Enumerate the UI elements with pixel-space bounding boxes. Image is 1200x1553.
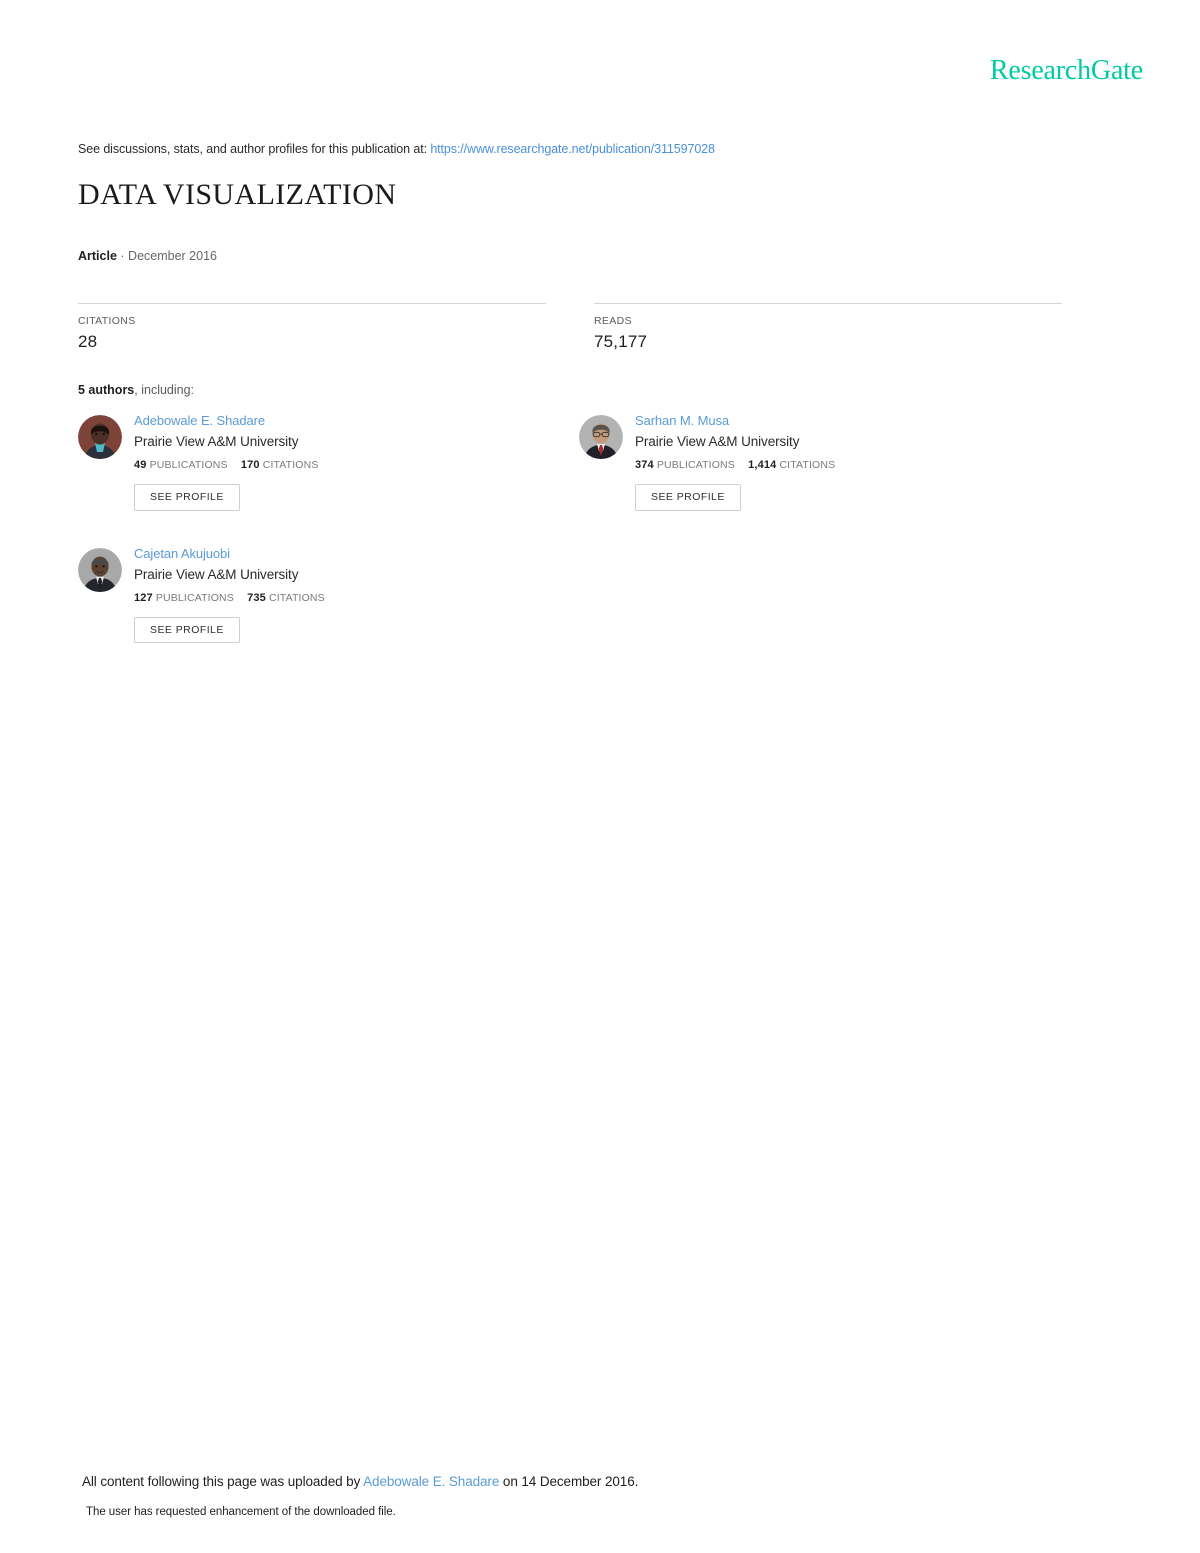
footer: All content following this page was uplo… bbox=[82, 1474, 1082, 1518]
author-publications-label: PUBLICATIONS bbox=[656, 459, 735, 471]
author-citations-label: CITATIONS bbox=[268, 591, 325, 604]
footer-upload-line: All content following this page was uplo… bbox=[82, 1474, 1082, 1489]
author-affiliation: Prairie View A&M University bbox=[134, 434, 299, 449]
author-card-cajetan-akujuobi: Cajetan Akujuobi Prairie View A&M Univer… bbox=[78, 545, 579, 643]
author-card-sarhan-m-musa: Sarhan M. Musa Prairie View A&M Universi… bbox=[579, 412, 1080, 511]
author-info: Adebowale E. Shadare Prairie View A&M Un… bbox=[134, 412, 319, 511]
authors-count: 5 authors bbox=[78, 383, 135, 397]
avatar-image bbox=[78, 547, 122, 592]
author-card-adebowale-e-shadare: Adebowale E. Shadare Prairie View A&M Un… bbox=[78, 412, 579, 511]
footer-upload-prefix: All content following this page was uplo… bbox=[82, 1474, 361, 1489]
page-title: DATA VISUALIZATION bbox=[78, 178, 397, 211]
article-date-separator: · bbox=[120, 249, 125, 263]
author-citations-count: 170 bbox=[240, 459, 260, 471]
stat-divider bbox=[78, 303, 546, 304]
stat-value-citations: 28 bbox=[78, 332, 98, 351]
article-date: December 2016 bbox=[128, 249, 217, 263]
author-publications-count: 49 bbox=[134, 459, 147, 471]
stats-row: CITATIONS 28 READS 75,177 bbox=[78, 303, 1080, 352]
stat-divider bbox=[594, 303, 1062, 304]
footer-upload-suffix: on 14 December 2016. bbox=[502, 1474, 639, 1489]
author-metrics: 49 PUBLICATIONS 170 CITATIONS bbox=[134, 459, 319, 471]
author-citations-label: CITATIONS bbox=[262, 459, 319, 471]
footer-uploader-link[interactable]: Adebowale E. Shadare bbox=[363, 1474, 499, 1489]
author-publications-count: 374 bbox=[635, 459, 654, 471]
article-meta: Article · December 2016 bbox=[78, 249, 217, 263]
author-name-link[interactable]: Cajetan Akujuobi bbox=[134, 545, 325, 562]
authors-heading: 5 authors, including: bbox=[78, 383, 194, 397]
stat-citations: CITATIONS 28 bbox=[78, 303, 546, 352]
avatar-image bbox=[579, 415, 623, 459]
article-type-label: Article bbox=[78, 249, 117, 263]
avatar bbox=[78, 415, 122, 459]
author-affiliation: Prairie View A&M University bbox=[635, 434, 800, 449]
author-name-link[interactable]: Adebowale E. Shadare bbox=[134, 412, 319, 429]
author-row: Cajetan Akujuobi Prairie View A&M Univer… bbox=[78, 545, 1080, 643]
see-profile-button[interactable]: SEE PROFILE bbox=[635, 484, 741, 511]
publication-url-link[interactable]: https://www.researchgate.net/publication… bbox=[430, 142, 715, 156]
stat-reads: READS 75,177 bbox=[594, 303, 1062, 352]
authors-grid: Adebowale E. Shadare Prairie View A&M Un… bbox=[78, 412, 1080, 643]
see-profile-button[interactable]: SEE PROFILE bbox=[134, 484, 240, 511]
author-publications-count: 127 bbox=[134, 591, 153, 604]
avatar bbox=[579, 415, 623, 459]
stat-label-citations: CITATIONS bbox=[78, 315, 136, 327]
author-citations-count: 735 bbox=[247, 591, 266, 604]
author-publications-label: PUBLICATIONS bbox=[155, 591, 234, 604]
discussions-prefix-text: See discussions, stats, and author profi… bbox=[78, 142, 427, 156]
author-row: Adebowale E. Shadare Prairie View A&M Un… bbox=[78, 412, 1080, 511]
see-profile-button[interactable]: SEE PROFILE bbox=[134, 616, 240, 643]
author-affiliation: Prairie View A&M University bbox=[134, 566, 299, 582]
stat-label-reads: READS bbox=[594, 315, 632, 327]
discussions-line: See discussions, stats, and author profi… bbox=[78, 142, 715, 156]
author-name-link[interactable]: Sarhan M. Musa bbox=[635, 412, 835, 429]
avatar-image bbox=[78, 415, 122, 459]
footer-enhancement-note: The user has requested enhancement of th… bbox=[86, 1506, 396, 1518]
author-info: Cajetan Akujuobi Prairie View A&M Univer… bbox=[134, 545, 325, 643]
author-info: Sarhan M. Musa Prairie View A&M Universi… bbox=[635, 412, 835, 511]
author-publications-label: PUBLICATIONS bbox=[149, 459, 228, 471]
author-citations-label: CITATIONS bbox=[779, 459, 836, 471]
author-metrics: 127 PUBLICATIONS 735 CITATIONS bbox=[134, 592, 325, 604]
author-metrics: 374 PUBLICATIONS 1,414 CITATIONS bbox=[635, 459, 835, 471]
researchgate-logo: ResearchGate bbox=[989, 55, 1143, 86]
authors-including-text: , including: bbox=[134, 383, 195, 397]
author-citations-count: 1,414 bbox=[748, 459, 777, 471]
avatar bbox=[78, 547, 122, 592]
stat-value-reads: 75,177 bbox=[594, 332, 648, 351]
